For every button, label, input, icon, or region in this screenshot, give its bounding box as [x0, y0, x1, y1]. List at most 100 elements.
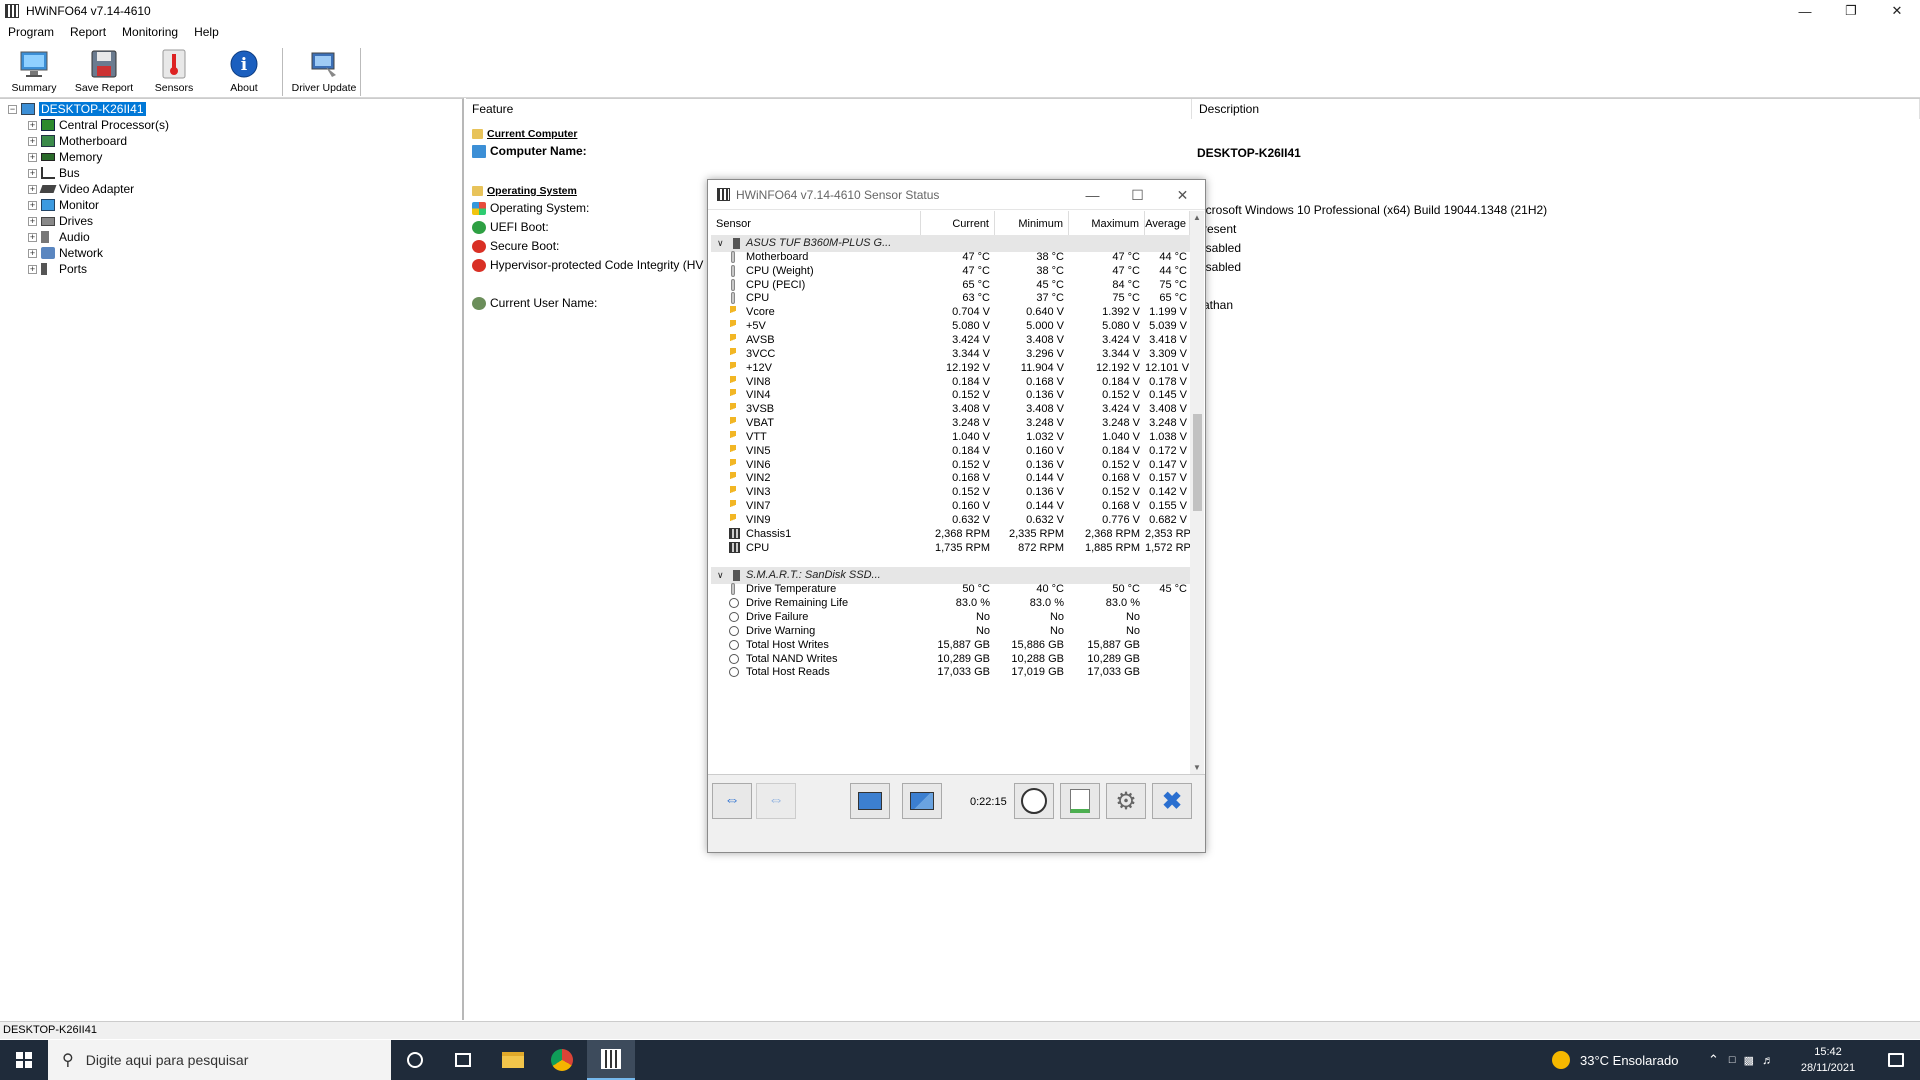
scroll-down-icon[interactable]: ▼: [1193, 763, 1201, 772]
drive-icon: [41, 216, 55, 226]
tree-root-label: DESKTOP-K26II41: [39, 102, 146, 116]
network-icon: [41, 247, 55, 259]
sensor-minimize-button[interactable]: —: [1070, 180, 1115, 210]
menu-program[interactable]: Program: [0, 25, 62, 39]
tree-item-drives[interactable]: + Drives: [28, 213, 93, 229]
clock-area[interactable]: 15:42 28/11/2021: [1792, 1040, 1864, 1080]
maximum-column-header[interactable]: Maximum: [1069, 211, 1145, 235]
close-x-icon: ✖: [1161, 787, 1183, 815]
driver-update-button[interactable]: Driver Update: [290, 48, 358, 98]
tree-item-label: Ports: [59, 262, 88, 276]
device-icon[interactable]: □: [1729, 1054, 1736, 1066]
feature-column-header[interactable]: Feature: [466, 99, 1192, 119]
windows-logo-icon: [472, 201, 486, 215]
collapse-icon[interactable]: −: [8, 104, 17, 114]
expand-icon[interactable]: +: [28, 168, 37, 178]
sensor-close-button[interactable]: ✕: [1160, 180, 1205, 210]
motherboard-icon: [41, 135, 55, 147]
feature-label: Current User Name:: [490, 296, 598, 310]
sensor-scrollbar[interactable]: ▲ ▼: [1190, 211, 1204, 774]
menu-help[interactable]: Help: [186, 25, 227, 39]
hwinfo-taskbar-button[interactable]: [587, 1040, 635, 1080]
close-button[interactable]: ✕: [1874, 0, 1920, 22]
expand-icon[interactable]: +: [28, 152, 37, 162]
expand-icon[interactable]: +: [28, 248, 37, 258]
volume-icon[interactable]: ♬: [1762, 1053, 1774, 1067]
tree-item-memory[interactable]: + Memory: [28, 149, 102, 165]
tree-item-motherboard[interactable]: + Motherboard: [28, 133, 127, 149]
expand-icon[interactable]: +: [28, 232, 37, 242]
gear-icon: ⚙: [1115, 787, 1137, 815]
lightning-bolt-icon: [730, 361, 736, 374]
tree-item-bus[interactable]: + Bus: [28, 165, 80, 181]
sensor-row[interactable]: Total Host Reads 17,033 GB 17,019 GB 17,033…: [711, 664, 1190, 681]
notifications-button[interactable]: [1872, 1040, 1920, 1080]
computer-name-value: DESKTOP-K26II41: [1197, 146, 1301, 160]
expand-icon[interactable]: +: [28, 120, 37, 130]
tree-item-label: Motherboard: [59, 134, 128, 148]
chevron-up-icon[interactable]: ⌃: [1708, 1052, 1719, 1068]
clock-button[interactable]: [1014, 783, 1054, 819]
current-column-header[interactable]: Current: [921, 211, 995, 235]
expand-icon[interactable]: +: [28, 184, 37, 194]
search-placeholder: Digite aqui para pesquisar: [85, 1052, 249, 1068]
start-button[interactable]: [0, 1040, 48, 1080]
computer-icon: [472, 144, 486, 158]
network-button[interactable]: [902, 783, 942, 819]
weather-widget[interactable]: 33°C Ensolarado: [1552, 1040, 1678, 1080]
navigate-arrows-button[interactable]: ⇔: [712, 783, 752, 819]
tree-item-monitor[interactable]: + Monitor: [28, 197, 99, 213]
expand-icon[interactable]: +: [28, 216, 37, 226]
lightning-bolt-icon: [730, 458, 736, 471]
current-user-row: Current User Name:: [472, 295, 597, 311]
chrome-button[interactable]: [538, 1040, 586, 1080]
menu-report[interactable]: Report: [62, 25, 114, 39]
thermometer-icon: [157, 48, 191, 80]
log-button[interactable]: [1060, 783, 1100, 819]
chip-icon: [733, 238, 740, 249]
tree-item-ports[interactable]: + Ports: [28, 261, 87, 277]
file-explorer-button[interactable]: [489, 1040, 537, 1080]
sensor-column-header[interactable]: Sensor: [711, 211, 921, 235]
save-report-label: Save Report: [74, 82, 134, 94]
description-column-header[interactable]: Description: [1193, 99, 1920, 119]
task-view-button[interactable]: [439, 1040, 487, 1080]
tree-item-video-adapter[interactable]: + Video Adapter: [28, 181, 134, 197]
scrollbar-thumb[interactable]: [1193, 414, 1202, 511]
save-report-button[interactable]: Save Report: [72, 48, 136, 98]
network-status-icon[interactable]: ▩: [1744, 1054, 1754, 1067]
tree-root[interactable]: − DESKTOP-K26II41: [8, 101, 146, 117]
taskbar-search[interactable]: ⚲ Digite aqui para pesquisar: [48, 1040, 391, 1080]
tree-item-label: Memory: [59, 150, 103, 164]
check-icon: [472, 220, 486, 234]
average-column-header[interactable]: Average: [1145, 211, 1190, 235]
navigate-arrows-disabled-button[interactable]: ⇔: [756, 783, 796, 819]
feature-label: UEFI Boot:: [490, 220, 549, 234]
about-label: About: [230, 82, 258, 94]
operating-system-section: Operating System: [472, 183, 577, 199]
menu-monitoring[interactable]: Monitoring: [114, 25, 186, 39]
scroll-up-icon[interactable]: ▲: [1193, 213, 1201, 222]
settings-button[interactable]: ⚙: [1106, 783, 1146, 819]
section-title: Current Computer: [487, 128, 578, 140]
tree-item-audio[interactable]: + Audio: [28, 229, 90, 245]
current-computer-section: Current Computer: [472, 126, 577, 142]
clock-time: 15:42: [1814, 1046, 1842, 1058]
tree-item-cpu[interactable]: + Central Processor(s): [28, 117, 169, 133]
port-plug-icon: [41, 263, 47, 275]
monitor-button[interactable]: [850, 783, 890, 819]
minimum-column-header[interactable]: Minimum: [995, 211, 1069, 235]
close-sensors-button[interactable]: ✖: [1152, 783, 1192, 819]
sensors-button[interactable]: Sensors: [142, 48, 206, 98]
about-button[interactable]: i About: [212, 48, 276, 98]
tree-item-network[interactable]: + Network: [28, 245, 103, 261]
chrome-icon: [551, 1049, 573, 1071]
summary-button[interactable]: Summary: [2, 48, 66, 98]
sensor-maximize-button[interactable]: ☐: [1115, 180, 1160, 210]
restore-button[interactable]: ❐: [1828, 0, 1874, 22]
expand-icon[interactable]: +: [28, 200, 37, 210]
minimize-button[interactable]: —: [1782, 0, 1828, 22]
expand-icon[interactable]: +: [28, 136, 37, 146]
cortana-button[interactable]: [391, 1040, 439, 1080]
expand-icon[interactable]: +: [28, 264, 37, 274]
